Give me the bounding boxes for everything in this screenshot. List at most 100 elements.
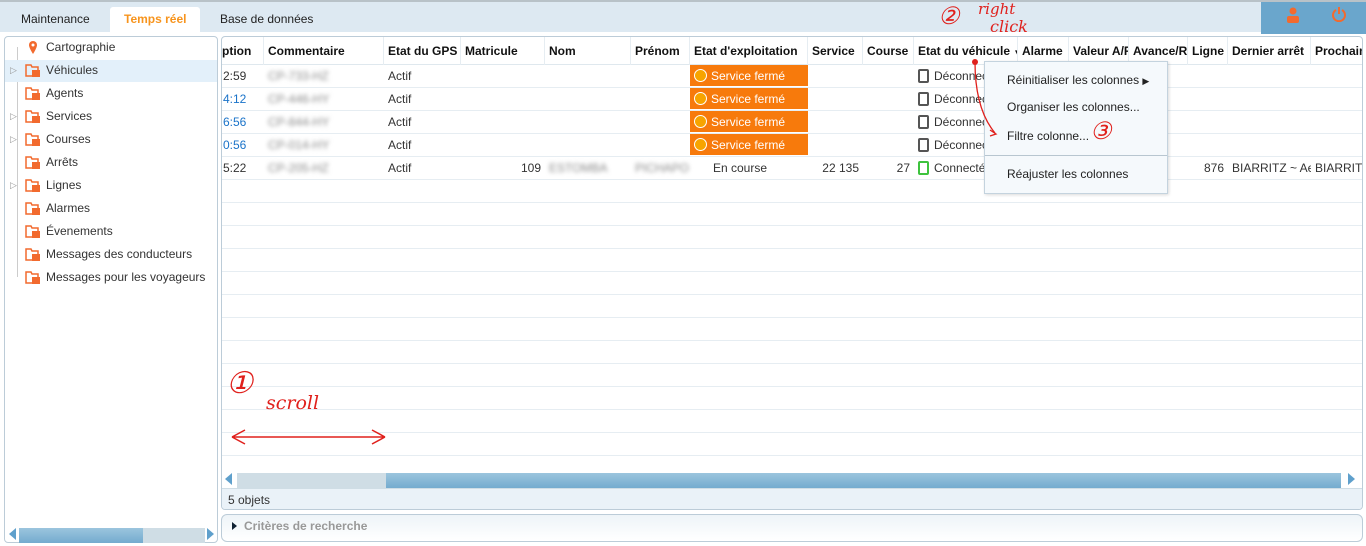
menu-item-filter-column[interactable]: Filtre colonne... (1007, 129, 1089, 143)
grid-horizontal-scrollbar[interactable] (237, 473, 1341, 488)
bus-circle-icon (694, 92, 707, 105)
cell-exploitation: Service fermé (690, 88, 808, 110)
column-header-13[interactable]: Ligne (1188, 37, 1228, 65)
tree-item-5[interactable]: Arrêts (5, 152, 217, 174)
tree-item-1[interactable]: ▷ Véhicules (5, 60, 217, 82)
bus-icon (918, 115, 929, 129)
menu-item-fit-columns[interactable]: Réajuster les colonnes (1007, 167, 1128, 181)
tree-item-4[interactable]: ▷ Courses (5, 129, 217, 151)
column-header-3[interactable]: Matricule (461, 37, 545, 65)
column-header-1[interactable]: Commentaire (264, 37, 384, 65)
alarm-icon (25, 202, 40, 215)
cell-course: 27 (896, 161, 910, 175)
table-row[interactable]: 2:59 CP-733-HZ Actif Service fermé Déconnect… (222, 65, 1362, 88)
empty-row (222, 226, 1362, 249)
status-label: Service fermé (711, 138, 786, 152)
cell-nom (545, 65, 631, 87)
tree-item-6[interactable]: ▷ Lignes (5, 175, 217, 197)
tree-item-2[interactable]: Agents (5, 83, 217, 105)
cell-exploitation: Service fermé (690, 134, 808, 156)
cell-ligne (1188, 65, 1228, 87)
empty-row (222, 318, 1362, 341)
column-header-4[interactable]: Nom (545, 37, 631, 65)
tree-item-3[interactable]: ▷ Services (5, 106, 217, 128)
cell-dernier (1228, 134, 1311, 156)
cell-matricule (461, 111, 545, 133)
scrollbar-thumb[interactable] (19, 528, 143, 543)
user-icon[interactable] (1286, 7, 1300, 23)
tab-temps-reel[interactable]: Temps réel (110, 7, 201, 34)
bus-icon (918, 161, 929, 175)
status-label: Service fermé (711, 92, 786, 106)
tree-item-8[interactable]: Évenements (5, 221, 217, 243)
search-criteria-panel[interactable]: Critères de recherche (221, 514, 1363, 542)
scrollbar-thumb[interactable] (386, 473, 1341, 488)
expand-arrow-icon[interactable] (232, 522, 237, 530)
cell-dernier (1228, 65, 1311, 87)
table-row[interactable]: 4:12 CP-446-HY Actif Service fermé Déconnect… (222, 88, 1362, 111)
column-header-2[interactable]: Etat du GPS (384, 37, 461, 65)
scroll-right-icon[interactable] (1348, 473, 1355, 485)
bus-icon (918, 69, 929, 83)
cell-time: 0:56 (223, 138, 247, 152)
cell-course (863, 65, 914, 87)
scroll-right-icon[interactable] (207, 528, 214, 540)
tree-item-label: Cartographie (46, 40, 116, 54)
cell-prochain: BIARRITZ (1315, 161, 1363, 175)
cell-nom: ESTOMBA (549, 161, 608, 175)
cell-course (863, 88, 914, 110)
column-header-0[interactable]: ption (222, 37, 264, 65)
cell-prenom: PICHAPO (635, 161, 690, 175)
bus-circle-icon (694, 138, 707, 151)
column-header-15[interactable]: Prochain (1311, 37, 1362, 65)
column-header-7[interactable]: Service (808, 37, 863, 65)
cell-ligne (1188, 111, 1228, 133)
cell-prochain (1311, 65, 1362, 87)
expand-icon[interactable]: ▷ (10, 60, 17, 80)
tree-item-9[interactable]: Messages des conducteurs (5, 244, 217, 266)
expand-icon[interactable]: ▷ (10, 175, 17, 195)
menu-item-organize-columns[interactable]: Organiser les colonnes... (1007, 100, 1140, 114)
cell-service: 22 135 (822, 161, 859, 175)
status-label: Service fermé (711, 69, 786, 83)
empty-row (222, 203, 1362, 226)
cell-matricule (461, 88, 545, 110)
power-icon[interactable] (1331, 6, 1347, 22)
expand-icon[interactable]: ▷ (10, 106, 17, 126)
search-criteria-label: Critères de recherche (244, 519, 368, 533)
scroll-left-icon[interactable] (225, 473, 232, 485)
column-header-6[interactable]: Etat d'exploitation (690, 37, 808, 65)
tree-item-7[interactable]: Alarmes (5, 198, 217, 220)
cell-time: 6:56 (223, 115, 247, 129)
cell-gps: Actif (388, 92, 412, 106)
cell-service (808, 111, 863, 133)
annotation-right: right (978, 0, 1016, 18)
scroll-left-icon[interactable] (9, 528, 16, 540)
vehicle-state-label: Connecté (934, 161, 986, 175)
object-count: 5 objets (222, 488, 1362, 509)
empty-row (222, 295, 1362, 318)
annotation-step-1: ① (226, 366, 253, 401)
tree-item-0[interactable]: Cartographie (5, 37, 217, 59)
column-header-5[interactable]: Prénom (631, 37, 690, 65)
table-row[interactable]: 5:22 CP-205-HZ Actif 109 ESTOMBA PICHAPO En co… (222, 157, 1362, 180)
table-row[interactable]: 6:56 CP-844-HY Actif Service fermé Déconnect… (222, 111, 1362, 134)
table-row[interactable]: 0:56 CP-014-HY Actif Service fermé Déconnect… (222, 134, 1362, 157)
menu-separator (985, 155, 1167, 156)
tab-maintenance[interactable]: Maintenance (7, 7, 104, 34)
column-header-8[interactable]: Course (863, 37, 914, 65)
menu-item-reset-columns[interactable]: Réinitialiser les colonnes ▶ (1007, 73, 1149, 87)
expand-icon[interactable]: ▷ (10, 129, 17, 149)
tree-item-label: Courses (46, 132, 91, 146)
cell-service (808, 134, 863, 156)
status-label: Service fermé (711, 115, 786, 129)
bus-circle-icon (694, 69, 707, 82)
annotation-scroll: scroll (266, 392, 320, 414)
empty-row (222, 410, 1362, 433)
empty-row (222, 272, 1362, 295)
tree-item-10[interactable]: Messages pour les voyageurs (5, 267, 217, 289)
cell-exploitation: Service fermé (690, 111, 808, 133)
column-header-14[interactable]: Dernier arrêt (1228, 37, 1311, 65)
tree-horizontal-scrollbar[interactable] (19, 528, 205, 543)
tab-base-de-donnees[interactable]: Base de données (206, 7, 327, 34)
